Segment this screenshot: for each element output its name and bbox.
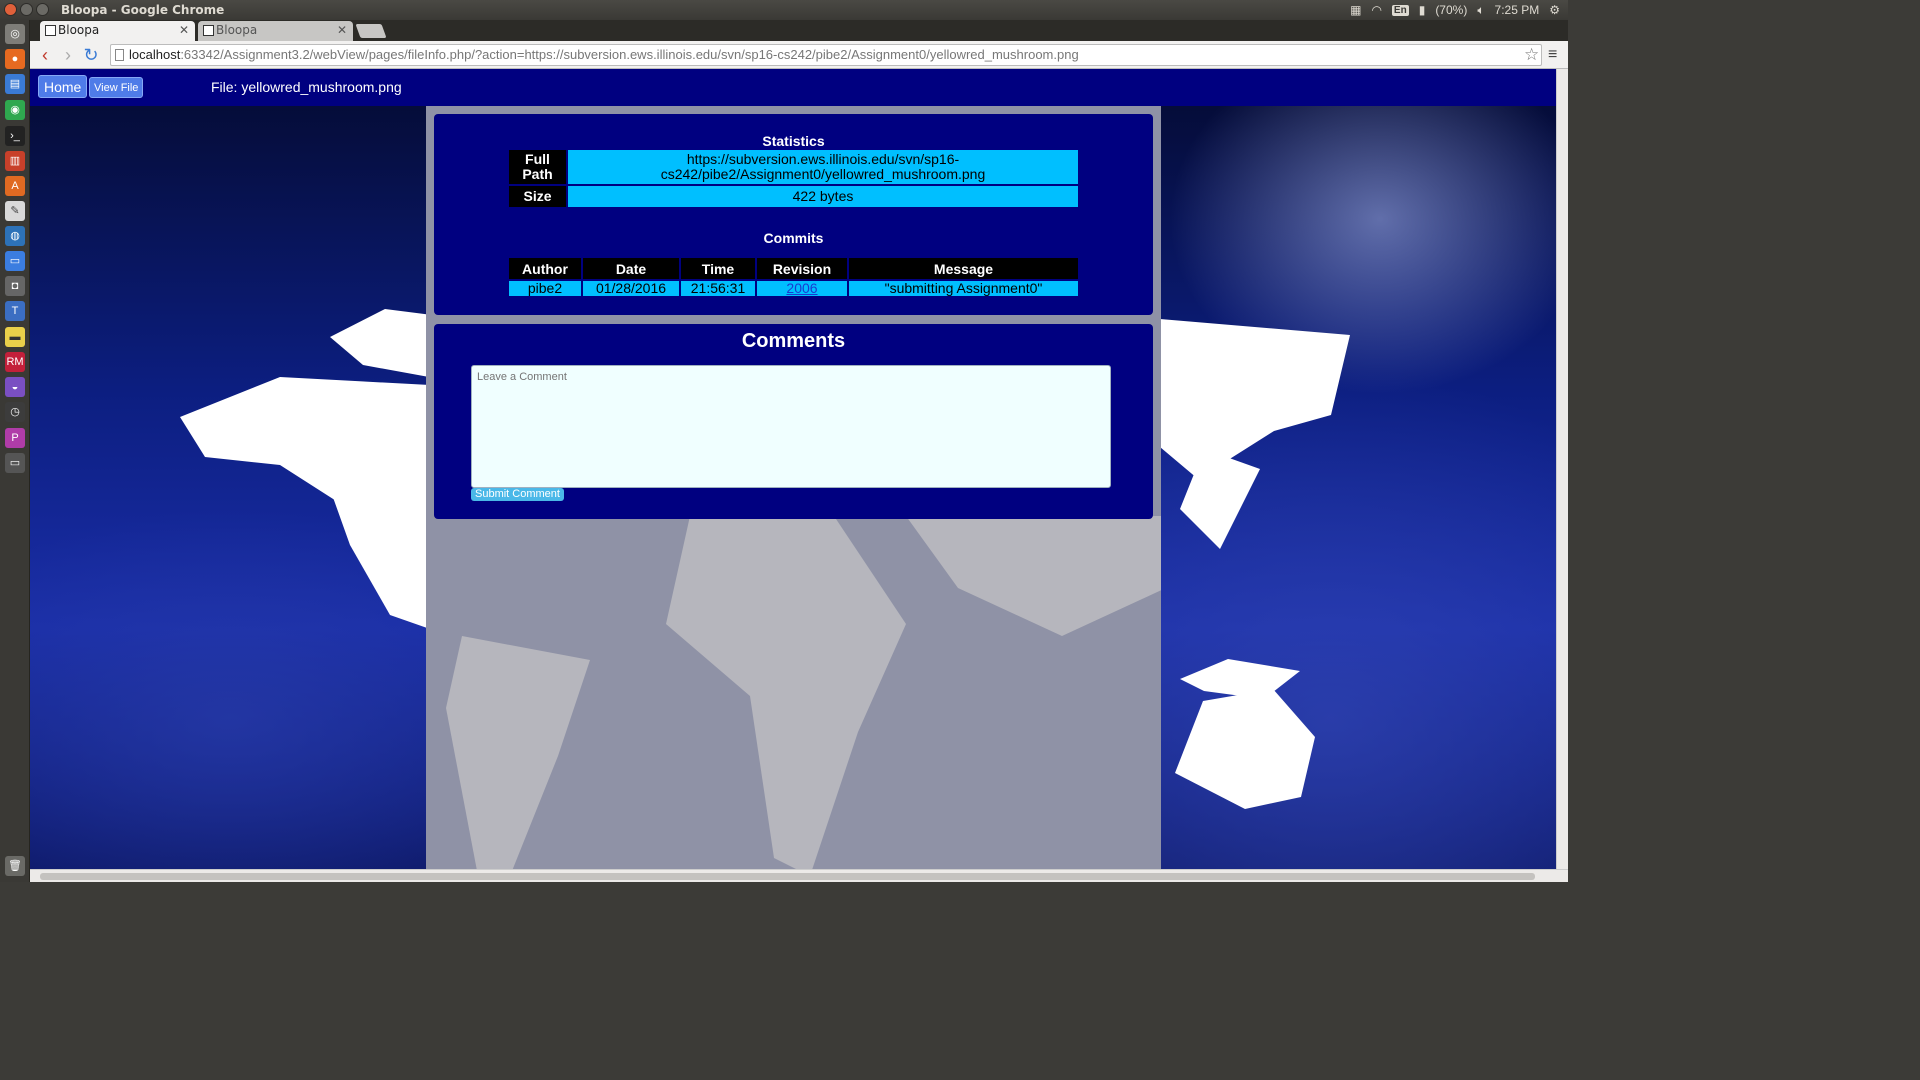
calendar-icon[interactable]: ▥	[5, 151, 25, 171]
clock[interactable]: 7:25 PM	[1495, 3, 1540, 17]
page-viewport: Home View File File: yellowred_mushroom.…	[30, 69, 1556, 869]
reload-icon[interactable]: ↻	[80, 44, 102, 66]
new-tab-button[interactable]	[355, 24, 387, 38]
table-row: pibe2 01/28/2016 21:56:31 2006 "submitti…	[509, 281, 1078, 296]
settings-gear-icon[interactable]: ⚙	[1549, 3, 1560, 17]
url-path: :63342/Assignment3.2/webView/pages/fileI…	[180, 47, 1079, 62]
horizontal-scrollbar[interactable]	[30, 869, 1568, 882]
battery-icon[interactable]: ▮	[1419, 3, 1426, 17]
table-header-row: Author Date Time Revision Message	[509, 258, 1078, 279]
home-button[interactable]: Home	[38, 75, 88, 98]
software-center-icon[interactable]: A	[5, 176, 25, 196]
submit-comment-button[interactable]: Submit Comment	[471, 488, 564, 501]
statistics-panel: Statistics Full Path https://subversion.…	[434, 114, 1153, 315]
tab-close-icon[interactable]: ✕	[337, 21, 347, 40]
statistics-title: Statistics	[762, 133, 825, 149]
column-header-author: Author	[509, 258, 581, 279]
comments-panel: Comments Submit Comment	[434, 324, 1153, 519]
os-top-panel: Bloopa - Google Chrome ▦ ◠ En ▮ (70%) 🔈︎…	[0, 0, 1568, 20]
rubymine-icon[interactable]: RM	[5, 352, 25, 372]
view-file-button[interactable]: View File	[89, 77, 144, 98]
workspaces-icon[interactable]: ▦	[1350, 3, 1361, 17]
camera-icon[interactable]: ◘	[5, 276, 25, 296]
address-bar[interactable]: localhost:63342/Assignment3.2/webView/pa…	[110, 44, 1542, 66]
revision-link[interactable]: 2006	[786, 280, 817, 296]
comments-title: Comments	[741, 330, 846, 352]
tab-close-icon[interactable]: ✕	[179, 21, 189, 40]
commits-table: Author Date Time Revision Message pibe2 …	[507, 256, 1080, 298]
commit-message: "submitting Assignment0"	[849, 281, 1078, 296]
chrome-menu-icon[interactable]: ≡	[1548, 44, 1557, 66]
column-header-date: Date	[583, 258, 679, 279]
wifi-icon[interactable]: ◠	[1371, 3, 1381, 17]
dash-home-icon[interactable]: ◎	[5, 24, 25, 44]
tab-title: Bloopa	[58, 23, 100, 37]
commit-date: 01/28/2016	[583, 281, 679, 296]
bookmark-star-icon[interactable]: ☆	[1524, 44, 1539, 66]
table-row: Full Path https://subversion.ews.illinoi…	[509, 150, 1078, 184]
trash-icon[interactable]: 🗑︎	[5, 856, 25, 876]
tab-title: Bloopa	[216, 23, 258, 37]
notes-icon[interactable]: ▬	[5, 327, 25, 347]
browser-tab-inactive[interactable]: Bloopa ✕	[198, 21, 353, 41]
statistics-table: Full Path https://subversion.ews.illinoi…	[507, 148, 1080, 209]
column-header-time: Time	[681, 258, 755, 279]
size-label: Size	[509, 186, 566, 207]
back-arrow-icon[interactable]: ‹	[34, 44, 56, 66]
volume-icon[interactable]: 🔈︎	[1477, 3, 1484, 18]
window-controls	[4, 3, 49, 16]
content-column: Statistics Full Path https://subversion.…	[426, 106, 1161, 869]
drive-icon[interactable]: ▭	[5, 453, 25, 473]
browser-toolbar: ‹ › ↻ localhost:63342/Assignment3.2/webV…	[30, 41, 1568, 69]
ubuntu-launcher: ◎ ● ▤ ◉ ›_ ▥ A ✎ ◍ ▭ ◘ T ▬ RM ◒ ◷ P ▭ 🗑︎	[0, 20, 30, 882]
document-icon[interactable]: ▭	[5, 251, 25, 271]
forward-arrow-icon[interactable]: ›	[57, 44, 79, 66]
phpstorm-icon[interactable]: P	[5, 428, 25, 448]
size-value: 422 bytes	[568, 186, 1078, 207]
table-row: Size 422 bytes	[509, 186, 1078, 207]
comment-textarea[interactable]	[471, 365, 1111, 488]
url-host: localhost	[129, 47, 181, 62]
commits-title: Commits	[763, 230, 824, 246]
system-tray: ▦ ◠ En ▮ (70%) 🔈︎ 7:25 PM ⚙	[1350, 2, 1560, 18]
commit-author: pibe2	[509, 281, 581, 296]
vertical-scrollbar[interactable]	[1556, 69, 1568, 869]
sphere-app-icon[interactable]: ◒	[5, 377, 25, 397]
terminal-icon[interactable]: ›_	[5, 126, 25, 146]
chrome-icon[interactable]: ◉	[5, 100, 25, 120]
window-title: Bloopa - Google Chrome	[61, 3, 225, 17]
window-maximize-button[interactable]	[36, 3, 49, 16]
commit-revision: 2006	[757, 281, 847, 296]
tools-icon[interactable]: T	[5, 301, 25, 321]
app-header: Home View File File: yellowred_mushroom.…	[30, 69, 1556, 106]
page-favicon-icon	[45, 25, 56, 36]
window-close-button[interactable]	[4, 3, 17, 16]
commit-time: 21:56:31	[681, 281, 755, 296]
clock-app-icon[interactable]: ◷	[5, 402, 25, 422]
window-minimize-button[interactable]	[20, 3, 33, 16]
browser-tab-strip: Bloopa ✕ Bloopa ✕	[30, 20, 1568, 41]
keyboard-language-indicator[interactable]: En	[1391, 4, 1409, 16]
battery-percentage: (70%)	[1435, 3, 1468, 17]
page-favicon-icon	[203, 25, 214, 36]
browser-globe-icon[interactable]: ◍	[5, 226, 25, 246]
firefox-icon[interactable]: ●	[5, 49, 25, 69]
files-icon[interactable]: ▤	[5, 74, 25, 94]
page-info-icon[interactable]	[115, 49, 124, 61]
horizontal-scrollbar-thumb[interactable]	[40, 873, 1535, 880]
column-header-message: Message	[849, 258, 1078, 279]
current-file-label: File: yellowred_mushroom.png	[211, 79, 402, 95]
full-path-label: Full Path	[509, 150, 566, 184]
browser-tab-active[interactable]: Bloopa ✕	[40, 21, 195, 41]
full-path-value: https://subversion.ews.illinois.edu/svn/…	[568, 150, 1078, 184]
system-settings-icon[interactable]: ✎	[5, 201, 25, 221]
column-header-revision: Revision	[757, 258, 847, 279]
